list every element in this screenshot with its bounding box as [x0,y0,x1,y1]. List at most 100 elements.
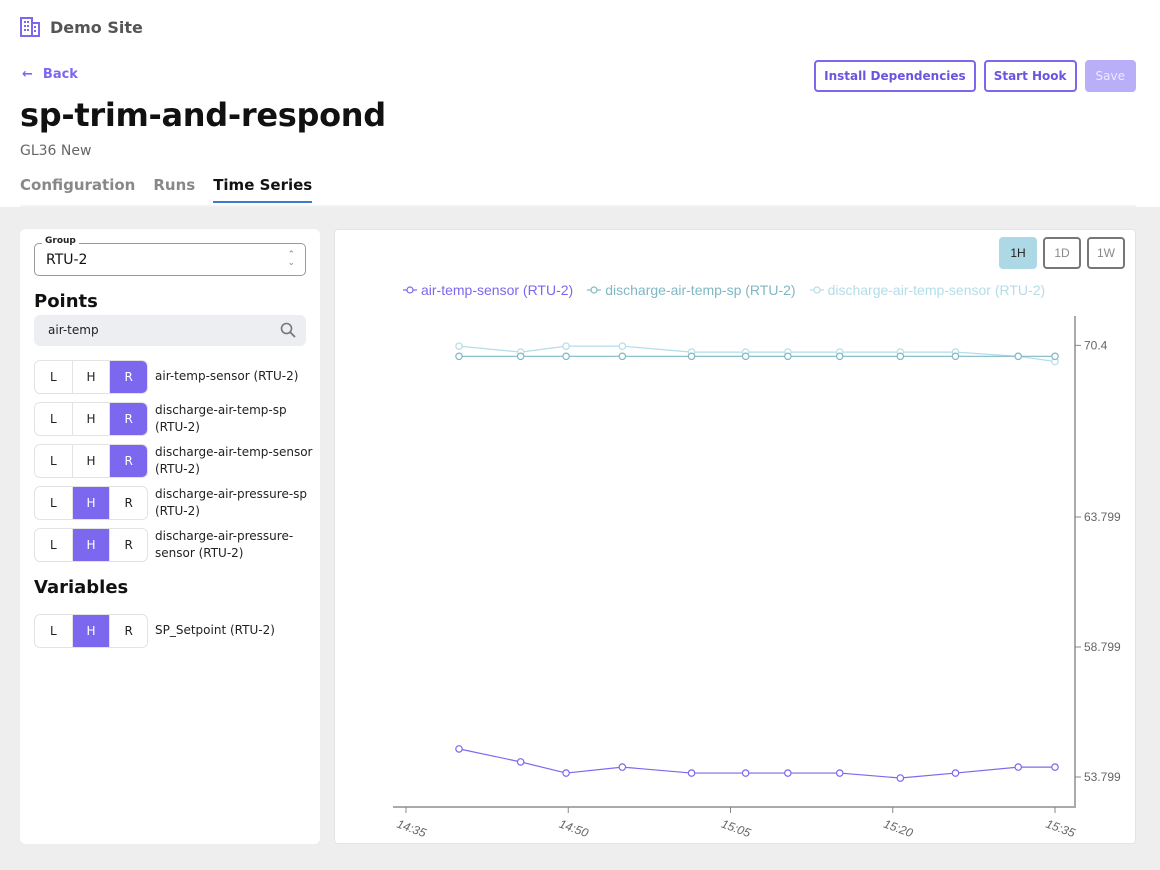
point-label: discharge-air-pressure-sp (RTU-2) [155,487,308,518]
x-tick-label: 14:35 [395,817,428,841]
series-selector-panel: Group RTU-2 ⌃ ⌄ Points air-temp L H Rair-te… [20,229,320,844]
search-icon [280,322,296,338]
data-point [1051,763,1059,771]
y-tick-label: 58.799 [1084,640,1121,654]
toggle-h[interactable]: H [72,529,111,561]
data-point [1051,352,1059,361]
toggle-l[interactable]: L [35,487,73,519]
building-icon [20,17,40,37]
toggle-h[interactable]: H [73,445,111,477]
data-point [896,774,905,782]
install-dependencies-button[interactable]: Install Dependencies [814,60,976,92]
data-point [951,769,960,777]
data-point [618,352,627,361]
back-label: Back [42,67,78,82]
back-link[interactable]: ← Back [22,67,78,82]
data-point [618,342,627,350]
toggle-h[interactable]: H [73,403,111,435]
point-row: L H Rdischarge-air-temp-sp (RTU-2) [34,402,314,436]
variable-row: L H R SP_Setpoint (RTU-2) [34,614,314,648]
variables-heading: Variables [34,577,129,598]
x-tick-label: 15:20 [882,817,915,841]
data-point [784,352,792,361]
toggle-r[interactable]: R [110,361,147,393]
data-point [1014,763,1023,771]
toggle-l[interactable]: L [35,403,73,435]
toggle-l[interactable]: L [35,445,73,477]
toggle-h[interactable]: H [72,487,111,519]
tab-bar: Configuration Runs Time Series [20,176,313,203]
data-point [741,769,750,777]
series-line [458,345,1056,363]
toggle-r[interactable]: R [110,615,147,647]
tab-time-series[interactable]: Time Series [213,176,313,203]
data-point [1014,352,1023,361]
toggle-l[interactable]: L [35,361,73,393]
data-point [618,763,627,771]
x-tick-label: 15:35 [1044,817,1077,841]
point-row: L H Rdischarge-air-temp-sensor (RTU-2) [34,444,314,478]
toggle-r[interactable]: R [110,445,147,477]
point-label: air-temp-sensor (RTU-2) [155,369,299,383]
group-label: Group [42,236,79,246]
toggle-h[interactable]: H [73,361,111,393]
divider [20,205,1136,207]
toggle-h[interactable]: H [72,615,111,647]
axis-toggle-group: LHR [34,402,148,436]
point-row: L H Rdischarge-air-pressure-sensor (RTU-2) [34,528,314,562]
group-select[interactable]: Group RTU-2 ⌃ ⌄ [34,236,306,276]
data-point [835,769,844,777]
data-point [687,769,696,777]
chevron-up-down-icon: ⌃ ⌄ [287,250,295,268]
site-name: Demo Site [50,17,143,37]
data-point [741,352,750,361]
page-title: sp-trim-and-respond [20,96,386,134]
site-header: Demo Site [20,17,143,37]
axis-toggle-group: LHR [34,444,148,478]
point-label: discharge-air-pressure-sensor (RTU-2) [155,529,294,560]
variable-label: SP_Setpoint (RTU-2) [155,623,275,637]
x-tick-label: 14:50 [557,817,590,841]
data-point [835,352,844,361]
start-hook-button[interactable]: Start Hook [983,60,1077,92]
axis-toggle-group: LHR [34,614,148,648]
data-point [455,352,463,361]
group-value: RTU-2 [46,252,88,268]
data-point [951,352,960,361]
page-actions: Install Dependencies Start Hook Save [814,60,1136,92]
time-series-chart-panel: 1H 1D 1W air-temp-sensor (RTU-2) discharg… [334,229,1136,844]
data-point [687,352,696,361]
search-value: air-temp [48,323,99,337]
toggle-r[interactable]: R [110,529,147,561]
axis-toggle-group: LHR [34,486,148,520]
arrow-left-icon: ← [22,67,33,82]
data-point [455,745,463,753]
y-tick-label: 70.4 [1084,338,1108,352]
tab-runs[interactable]: Runs [153,176,195,203]
axis-toggle-group: LHR [34,528,148,562]
point-row: L H Rair-temp-sensor (RTU-2) [34,360,314,394]
x-tick-label: 15:05 [719,817,752,841]
points-search-input[interactable]: air-temp [34,315,306,346]
data-point [784,769,792,777]
toggle-r[interactable]: R [110,487,147,519]
y-tick-label: 53.799 [1084,770,1121,784]
series-line [458,748,1055,779]
points-heading: Points [34,291,98,312]
data-point [562,342,570,350]
data-point [896,352,905,361]
toggle-l[interactable]: L [35,615,73,647]
page-subtitle: GL36 New [20,143,92,159]
line-chart: 14:35 14:50 15:05 15:20 15:35 70.4 63.799 58.79… [393,316,1121,841]
data-point [516,758,525,766]
axis-toggle-group: LHR [34,360,148,394]
tab-configuration[interactable]: Configuration [20,176,135,203]
data-point [455,342,463,350]
y-tick-label: 63.799 [1084,510,1121,524]
data-point [516,352,525,361]
data-point [562,769,570,777]
toggle-r[interactable]: R [110,403,147,435]
toggle-l[interactable]: L [35,529,73,561]
data-point [562,352,570,361]
save-button[interactable]: Save [1084,60,1136,92]
